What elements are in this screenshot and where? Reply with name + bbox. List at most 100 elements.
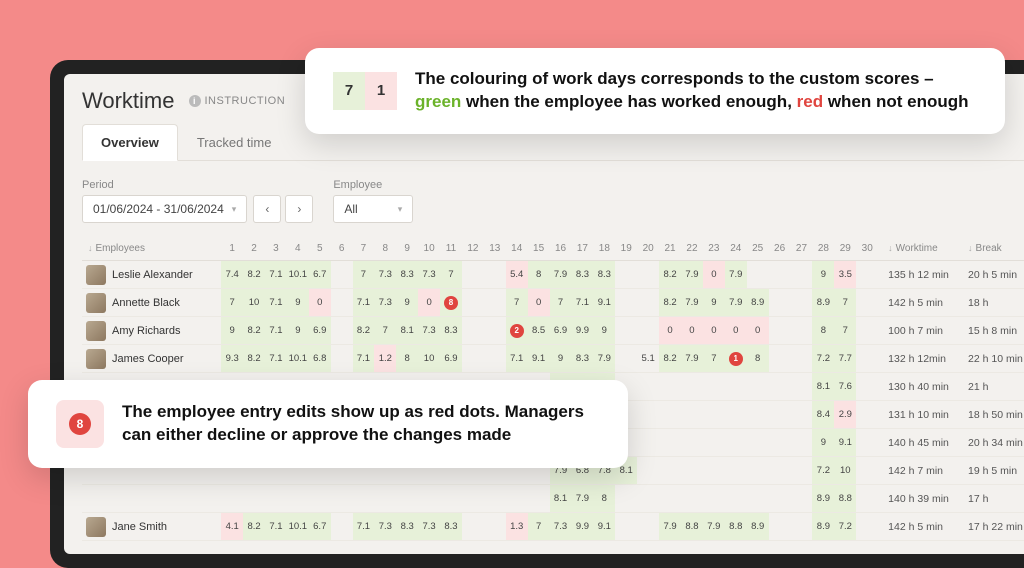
day-cell[interactable]	[484, 289, 506, 317]
day-cell[interactable]: 7.3	[418, 513, 440, 541]
day-cell[interactable]	[484, 513, 506, 541]
day-cell[interactable]: 7.1	[353, 345, 375, 373]
day-cell[interactable]	[856, 373, 878, 401]
day-cell[interactable]: 7.1	[265, 317, 287, 345]
day-cell[interactable]: 8.2	[243, 261, 265, 289]
day-cell[interactable]: 7.4	[221, 261, 243, 289]
day-cell[interactable]: 7.9	[593, 345, 615, 373]
day-cell[interactable]: 9	[396, 289, 418, 317]
edit-dot-icon[interactable]: 8	[444, 296, 458, 310]
day-cell[interactable]: 10.1	[287, 345, 309, 373]
day-cell[interactable]: 8.5	[528, 317, 550, 345]
day-cell[interactable]	[637, 513, 659, 541]
day-cell[interactable]: 7.9	[571, 485, 593, 513]
day-cell[interactable]: 7.9	[681, 261, 703, 289]
col-day-24[interactable]: 24	[725, 237, 747, 261]
day-cell[interactable]	[791, 513, 813, 541]
day-cell[interactable]: 1.3	[506, 513, 528, 541]
day-cell[interactable]: 7.3	[550, 513, 572, 541]
day-cell[interactable]	[681, 401, 703, 429]
col-day-9[interactable]: 9	[396, 237, 418, 261]
day-cell[interactable]	[440, 485, 462, 513]
day-cell[interactable]	[615, 317, 637, 345]
edit-dot-icon[interactable]: 1	[729, 352, 743, 366]
day-cell[interactable]: 8.8	[681, 513, 703, 541]
day-cell[interactable]	[484, 261, 506, 289]
day-cell[interactable]	[791, 401, 813, 429]
day-cell[interactable]	[747, 457, 769, 485]
day-cell[interactable]: 8.1	[550, 485, 572, 513]
day-cell[interactable]: 0	[681, 317, 703, 345]
day-cell[interactable]	[659, 485, 681, 513]
day-cell[interactable]: 8.3	[571, 345, 593, 373]
day-cell[interactable]: 8.9	[812, 289, 834, 317]
day-cell[interactable]	[484, 345, 506, 373]
day-cell[interactable]	[659, 401, 681, 429]
day-cell[interactable]: 7.1	[353, 513, 375, 541]
day-cell[interactable]: 9	[703, 289, 725, 317]
day-cell[interactable]: 0	[418, 289, 440, 317]
day-cell[interactable]: 7.1	[571, 289, 593, 317]
day-cell[interactable]	[791, 429, 813, 457]
day-cell[interactable]: 10	[834, 457, 856, 485]
col-day-29[interactable]: 29	[834, 237, 856, 261]
day-cell[interactable]	[331, 317, 353, 345]
day-cell[interactable]: 8.8	[725, 513, 747, 541]
day-cell[interactable]: 8.3	[571, 261, 593, 289]
day-cell[interactable]	[703, 429, 725, 457]
day-cell[interactable]: 7	[528, 513, 550, 541]
day-cell[interactable]	[769, 485, 791, 513]
col-day-11[interactable]: 11	[440, 237, 462, 261]
day-cell[interactable]: 2.9	[834, 401, 856, 429]
day-cell[interactable]: 7	[221, 289, 243, 317]
day-cell[interactable]: 8.9	[812, 485, 834, 513]
day-cell[interactable]	[703, 485, 725, 513]
day-cell[interactable]: 7.3	[374, 289, 396, 317]
day-cell[interactable]	[287, 485, 309, 513]
day-cell[interactable]: 7.9	[681, 345, 703, 373]
day-cell[interactable]	[791, 289, 813, 317]
day-cell[interactable]: 9	[221, 317, 243, 345]
col-day-30[interactable]: 30	[856, 237, 878, 261]
day-cell[interactable]: 7.9	[550, 261, 572, 289]
day-cell[interactable]: 2	[506, 317, 528, 345]
col-day-13[interactable]: 13	[484, 237, 506, 261]
day-cell[interactable]	[769, 317, 791, 345]
day-cell[interactable]: 8	[812, 317, 834, 345]
day-cell[interactable]: 10.1	[287, 261, 309, 289]
day-cell[interactable]: 7.9	[725, 289, 747, 317]
col-day-2[interactable]: 2	[243, 237, 265, 261]
day-cell[interactable]: 7.1	[265, 261, 287, 289]
day-cell[interactable]	[791, 485, 813, 513]
instructions-link[interactable]: i INSTRUCTION	[189, 95, 286, 107]
day-cell[interactable]: 9.3	[221, 345, 243, 373]
day-cell[interactable]: 7.9	[681, 289, 703, 317]
col-day-10[interactable]: 10	[418, 237, 440, 261]
day-cell[interactable]	[374, 485, 396, 513]
day-cell[interactable]: 7.2	[812, 457, 834, 485]
day-cell[interactable]: 7.3	[418, 261, 440, 289]
day-cell[interactable]	[309, 485, 331, 513]
day-cell[interactable]	[725, 485, 747, 513]
day-cell[interactable]: 10.1	[287, 513, 309, 541]
day-cell[interactable]	[659, 457, 681, 485]
col-day-6[interactable]: 6	[331, 237, 353, 261]
day-cell[interactable]	[462, 261, 484, 289]
col-day-16[interactable]: 16	[550, 237, 572, 261]
day-cell[interactable]	[856, 317, 878, 345]
col-day-1[interactable]: 1	[221, 237, 243, 261]
day-cell[interactable]	[681, 457, 703, 485]
day-cell[interactable]	[769, 513, 791, 541]
day-cell[interactable]: 9.1	[528, 345, 550, 373]
day-cell[interactable]	[484, 485, 506, 513]
employee-select[interactable]: All	[333, 195, 413, 223]
day-cell[interactable]: 8	[593, 485, 615, 513]
day-cell[interactable]: 7.6	[834, 373, 856, 401]
day-cell[interactable]	[681, 485, 703, 513]
col-day-15[interactable]: 15	[528, 237, 550, 261]
day-cell[interactable]	[615, 485, 637, 513]
day-cell[interactable]: 7.1	[265, 513, 287, 541]
day-cell[interactable]: 7	[834, 289, 856, 317]
day-cell[interactable]: 8.9	[747, 289, 769, 317]
day-cell[interactable]	[331, 289, 353, 317]
